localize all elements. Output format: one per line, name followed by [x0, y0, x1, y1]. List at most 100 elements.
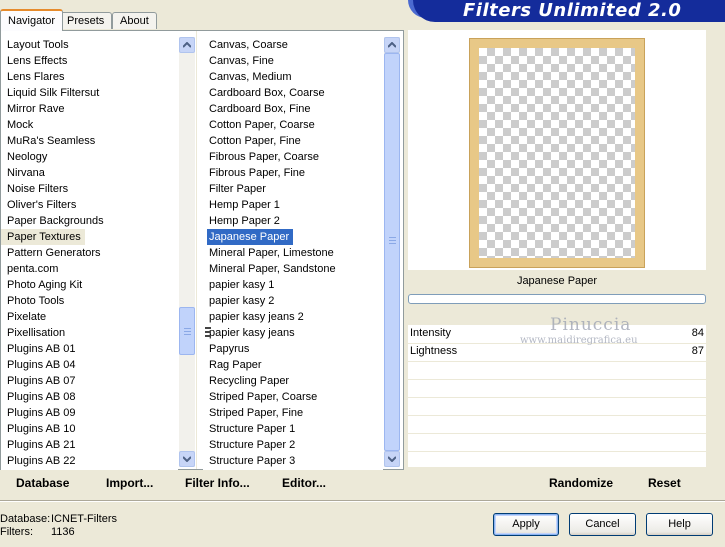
- list-item[interactable]: Fibrous Paper, Fine: [203, 165, 383, 181]
- list-item[interactable]: penta.com: [1, 261, 178, 277]
- watermark-title: Pinuccia: [550, 315, 632, 335]
- filters-value: 1136: [51, 526, 75, 538]
- list-item[interactable]: Striped Paper, Fine: [203, 405, 383, 421]
- list-item[interactable]: Canvas, Medium: [203, 69, 383, 85]
- list-item[interactable]: Striped Paper, Coarse: [203, 389, 383, 405]
- list-item[interactable]: Canvas, Fine: [203, 53, 383, 69]
- scroll-up-button[interactable]: [384, 37, 400, 53]
- list-item[interactable]: Photo Aging Kit: [1, 277, 178, 293]
- reset-button[interactable]: Reset: [648, 475, 681, 491]
- list-marker-icon: [205, 326, 211, 338]
- list-item[interactable]: Layout Tools: [1, 37, 178, 53]
- list-item[interactable]: Plugins AB 08: [1, 389, 178, 405]
- list-item[interactable]: Pixelate: [1, 309, 178, 325]
- selected-filter-name: Japanese Paper: [408, 270, 706, 292]
- list-item[interactable]: Cardboard Box, Fine: [203, 101, 383, 117]
- list-item[interactable]: Mineral Paper, Sandstone: [203, 261, 383, 277]
- list-item[interactable]: Japanese Paper: [207, 229, 294, 245]
- tab-presets[interactable]: Presets: [59, 12, 113, 29]
- apply-button[interactable]: Apply: [493, 513, 559, 536]
- list-item[interactable]: Cotton Paper, Fine: [203, 133, 383, 149]
- list-item[interactable]: Nirvana: [1, 165, 178, 181]
- scroll-down-button[interactable]: [384, 451, 400, 467]
- list-item[interactable]: Oliver's Filters: [1, 197, 178, 213]
- cancel-button[interactable]: Cancel: [569, 513, 636, 536]
- scroll-up-button[interactable]: [179, 37, 195, 53]
- list-item[interactable]: MuRa's Seamless: [1, 133, 178, 149]
- list-item[interactable]: Pixellisation: [1, 325, 178, 341]
- progress-bar: [408, 294, 706, 304]
- list-item[interactable]: Plugins AB 09: [1, 405, 178, 421]
- scroll-down-button[interactable]: [179, 451, 195, 467]
- slider-label: Lightness: [410, 345, 458, 357]
- list-item[interactable]: papier kasy jeans: [203, 325, 383, 341]
- list-item[interactable]: Papyrus: [203, 341, 383, 357]
- list-item[interactable]: Structure Paper 2: [203, 437, 383, 453]
- category-list[interactable]: Layout Tools Lens Effects Lens Flares Liqui…: [1, 37, 178, 470]
- slider-empty: [408, 415, 706, 434]
- list-item[interactable]: Hemp Paper 2: [203, 213, 383, 229]
- slider-empty: [408, 397, 706, 416]
- divider: [0, 501, 725, 502]
- filter-scrollbar[interactable]: [384, 37, 400, 467]
- list-item[interactable]: Mineral Paper, Limestone: [203, 245, 383, 261]
- chevron-up-icon: [388, 42, 396, 48]
- tab-strip: Navigator Presets About: [0, 0, 410, 31]
- list-item[interactable]: Plugins AB 21: [1, 437, 178, 453]
- list-item[interactable]: Lens Effects: [1, 53, 178, 69]
- list-item[interactable]: Plugins AB 01: [1, 341, 178, 357]
- list-item[interactable]: Cardboard Box, Coarse: [203, 85, 383, 101]
- list-item[interactable]: Rag Paper: [203, 357, 383, 373]
- slider-empty: [408, 361, 706, 380]
- list-item[interactable]: Recycling Paper: [203, 373, 383, 389]
- list-item[interactable]: Structure Paper 1: [203, 421, 383, 437]
- list-item[interactable]: Neology: [1, 149, 178, 165]
- list-item[interactable]: Plugins AB 07: [1, 373, 178, 389]
- slider-empty: [408, 451, 706, 470]
- list-item[interactable]: Canvas, Coarse: [203, 37, 383, 53]
- help-button[interactable]: Help: [646, 513, 713, 536]
- preview-image: [469, 38, 645, 268]
- slider-label: Intensity: [410, 327, 451, 339]
- scroll-thumb[interactable]: [384, 53, 400, 451]
- chevron-up-icon: [183, 42, 191, 48]
- list-item[interactable]: Lens Flares: [1, 69, 178, 85]
- scroll-thumb[interactable]: [179, 307, 195, 355]
- import-button[interactable]: Import...: [106, 475, 153, 491]
- chevron-down-icon: [388, 456, 396, 462]
- list-item[interactable]: Plugins AB 10: [1, 421, 178, 437]
- list-item[interactable]: Fibrous Paper, Coarse: [203, 149, 383, 165]
- filter-info-button[interactable]: Filter Info...: [185, 475, 250, 491]
- list-item[interactable]: Paper Textures: [1, 229, 85, 245]
- app-banner-title: Filters Unlimited 2.0: [413, 0, 725, 22]
- list-item[interactable]: Liquid Silk Filtersut: [1, 85, 178, 101]
- database-value: ICNET-Filters: [51, 513, 117, 525]
- list-item[interactable]: papier kasy 1: [203, 277, 383, 293]
- list-item[interactable]: Plugins AB 04: [1, 357, 178, 373]
- list-item[interactable]: Mirror Rave: [1, 101, 178, 117]
- filter-list[interactable]: Canvas, Coarse Canvas, Fine Canvas, Medium…: [203, 37, 383, 470]
- tab-about[interactable]: About: [112, 12, 157, 29]
- database-button[interactable]: Database: [16, 475, 69, 491]
- list-item[interactable]: Filter Paper: [203, 181, 383, 197]
- list-item[interactable]: Cotton Paper, Coarse: [203, 117, 383, 133]
- list-item[interactable]: Mock: [1, 117, 178, 133]
- editor-button[interactable]: Editor...: [282, 475, 326, 491]
- chevron-down-icon: [183, 456, 191, 462]
- list-item[interactable]: Photo Tools: [1, 293, 178, 309]
- category-scrollbar[interactable]: [179, 37, 195, 467]
- slider-value: 84: [691, 327, 704, 339]
- slider-panel: Intensity 84 Lightness 87 Pinuccia www.m…: [408, 315, 706, 470]
- list-item[interactable]: Noise Filters: [1, 181, 178, 197]
- list-item[interactable]: Paper Backgrounds: [1, 213, 178, 229]
- list-item[interactable]: Pattern Generators: [1, 245, 178, 261]
- slider-value: 87: [691, 345, 704, 357]
- database-label: Database:: [0, 513, 51, 525]
- tab-navigator[interactable]: Navigator: [0, 9, 64, 31]
- list-item[interactable]: papier kasy jeans 2: [203, 309, 383, 325]
- list-item[interactable]: Structure Paper 3: [203, 453, 383, 469]
- randomize-button[interactable]: Randomize: [549, 475, 613, 491]
- list-item[interactable]: Plugins AB 22: [1, 453, 178, 469]
- list-item[interactable]: papier kasy 2: [203, 293, 383, 309]
- list-item[interactable]: Hemp Paper 1: [203, 197, 383, 213]
